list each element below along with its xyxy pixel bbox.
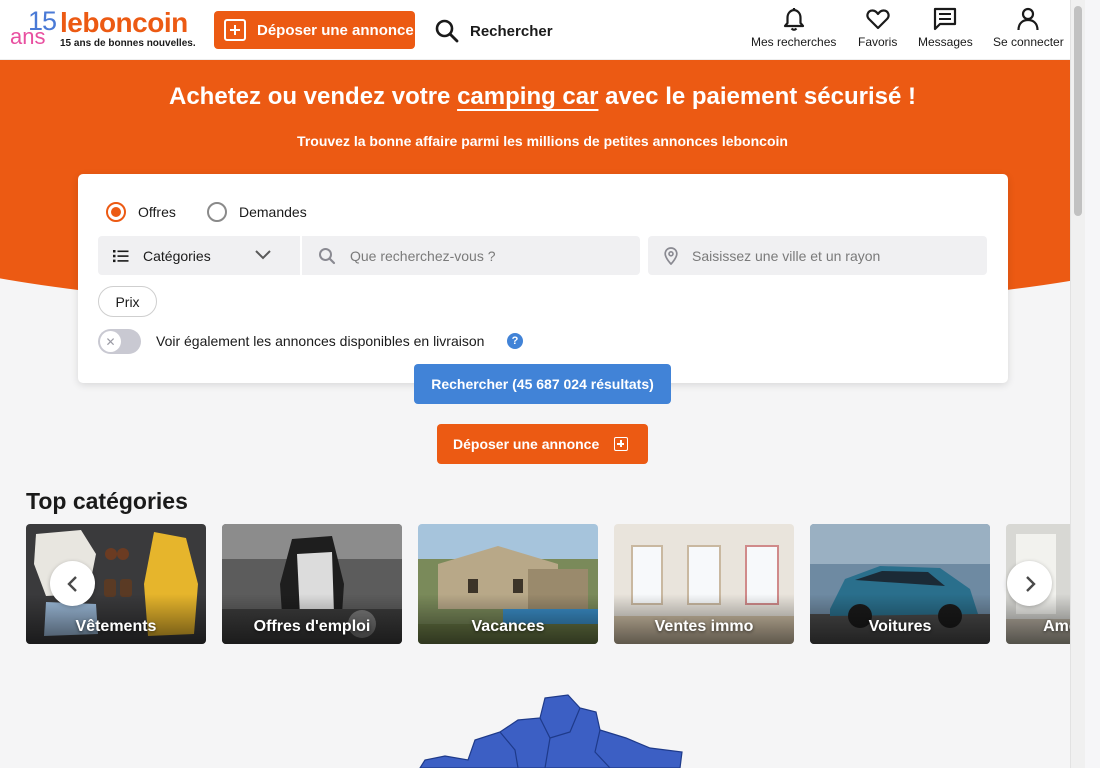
page-scrollbar[interactable] bbox=[1070, 0, 1085, 768]
hero-title-highlight[interactable]: camping car bbox=[457, 83, 598, 110]
radio-selected-icon bbox=[106, 202, 126, 222]
nav-label: Se connecter bbox=[993, 35, 1064, 49]
nav-label: Messages bbox=[918, 35, 973, 49]
search-submit-button[interactable]: Rechercher (45 687 024 résultats) bbox=[414, 364, 671, 404]
category-label: Vêtements bbox=[75, 618, 157, 635]
nav-saved-searches[interactable]: Mes recherches bbox=[751, 6, 836, 49]
top-categories-title: Top catégories bbox=[26, 488, 188, 514]
chevron-left-icon bbox=[66, 575, 77, 592]
bell-icon bbox=[783, 7, 804, 31]
close-icon: ✕ bbox=[100, 331, 121, 352]
france-regions-map[interactable] bbox=[400, 690, 700, 768]
category-label: Offres d'emploi bbox=[253, 618, 371, 635]
search-query-input[interactable]: Que recherchez-vous ? bbox=[302, 236, 640, 275]
search-icon bbox=[435, 19, 459, 43]
hero-title-end: avec le paiement sécurisé ! bbox=[598, 83, 916, 110]
category-card-cars[interactable]: Voitures bbox=[810, 524, 990, 644]
logo-tagline: 15 ans de bonnes nouvelles. bbox=[60, 38, 196, 49]
nav-messages[interactable]: Messages bbox=[918, 6, 973, 49]
deposit-ad-button-secondary[interactable]: Déposer une annonce bbox=[437, 424, 648, 464]
location-input[interactable]: Saisissez une ville et un rayon bbox=[648, 236, 987, 275]
delivery-toggle[interactable]: ✕ bbox=[98, 329, 141, 354]
nav-login[interactable]: Se connecter bbox=[993, 6, 1064, 49]
radio-offers[interactable]: Offres bbox=[106, 202, 176, 222]
logo-ans: ans bbox=[10, 24, 46, 49]
search-query-placeholder: Que recherchez-vous ? bbox=[350, 247, 496, 264]
user-icon bbox=[1017, 7, 1039, 31]
search-card: Offres Demandes Catégories Que recherche… bbox=[78, 174, 1008, 383]
plus-square-icon bbox=[224, 19, 246, 41]
search-icon bbox=[319, 247, 336, 264]
price-filter-button[interactable]: Prix bbox=[98, 286, 157, 317]
delivery-toggle-label: Voir également les annonces disponibles … bbox=[156, 333, 485, 349]
nav-favorites[interactable]: Favoris bbox=[858, 6, 897, 49]
category-label: Ameublement bbox=[1043, 618, 1071, 635]
scrollbar-thumb[interactable] bbox=[1074, 6, 1082, 216]
chevron-down-icon bbox=[255, 250, 271, 260]
radio-offers-label: Offres bbox=[138, 204, 176, 220]
leboncoin-logo[interactable]: 15 ans leboncoin 15 ans de bonnes nouvel… bbox=[10, 6, 196, 52]
header-search-link[interactable]: Rechercher bbox=[434, 16, 553, 46]
location-pin-icon bbox=[664, 246, 678, 265]
categories-dropdown[interactable]: Catégories bbox=[98, 236, 300, 275]
radio-requests-label: Demandes bbox=[239, 204, 307, 220]
hero-title-start: Achetez ou vendez votre bbox=[169, 83, 458, 110]
chevron-right-icon bbox=[1025, 575, 1036, 592]
radio-requests[interactable]: Demandes bbox=[207, 202, 307, 222]
radio-unselected-icon bbox=[207, 202, 227, 222]
list-icon bbox=[113, 249, 129, 262]
hero-subtitle: Trouvez la bonne affaire parmi les milli… bbox=[297, 133, 788, 149]
category-label: Vacances bbox=[471, 618, 545, 635]
category-card-holidays[interactable]: Vacances bbox=[418, 524, 598, 644]
carousel-prev-button[interactable] bbox=[50, 561, 95, 606]
category-card-real-estate[interactable]: Ventes immo bbox=[614, 524, 794, 644]
help-icon[interactable]: ? bbox=[507, 333, 523, 349]
top-header: 15 ans leboncoin 15 ans de bonnes nouvel… bbox=[0, 0, 1085, 60]
location-placeholder: Saisissez une ville et un rayon bbox=[692, 247, 881, 264]
deposit-ad-label: Déposer une annonce bbox=[257, 21, 414, 39]
nav-label: Mes recherches bbox=[751, 35, 837, 49]
deposit-ad-button[interactable]: Déposer une annonce bbox=[214, 11, 415, 49]
logo-brand: leboncoin bbox=[60, 7, 188, 38]
deposit-ad-label: Déposer une annonce bbox=[453, 436, 600, 452]
category-card-jobs[interactable]: Offres d'emploi bbox=[222, 524, 402, 644]
carousel-next-button[interactable] bbox=[1007, 561, 1052, 606]
heart-icon bbox=[866, 9, 890, 30]
category-label: Ventes immo bbox=[654, 618, 754, 635]
plus-square-icon bbox=[614, 437, 629, 451]
categories-carousel: Vêtements Offres d'emploi Vacances Vente… bbox=[26, 524, 1071, 644]
header-search-label: Rechercher bbox=[470, 22, 553, 40]
hero-title: Achetez ou vendez votre camping car avec… bbox=[0, 83, 1085, 111]
categories-label: Catégories bbox=[143, 247, 211, 264]
page: 15 ans leboncoin 15 ans de bonnes nouvel… bbox=[0, 0, 1085, 768]
category-label: Voitures bbox=[868, 618, 932, 635]
nav-label: Favoris bbox=[858, 35, 898, 49]
message-icon bbox=[934, 7, 957, 31]
